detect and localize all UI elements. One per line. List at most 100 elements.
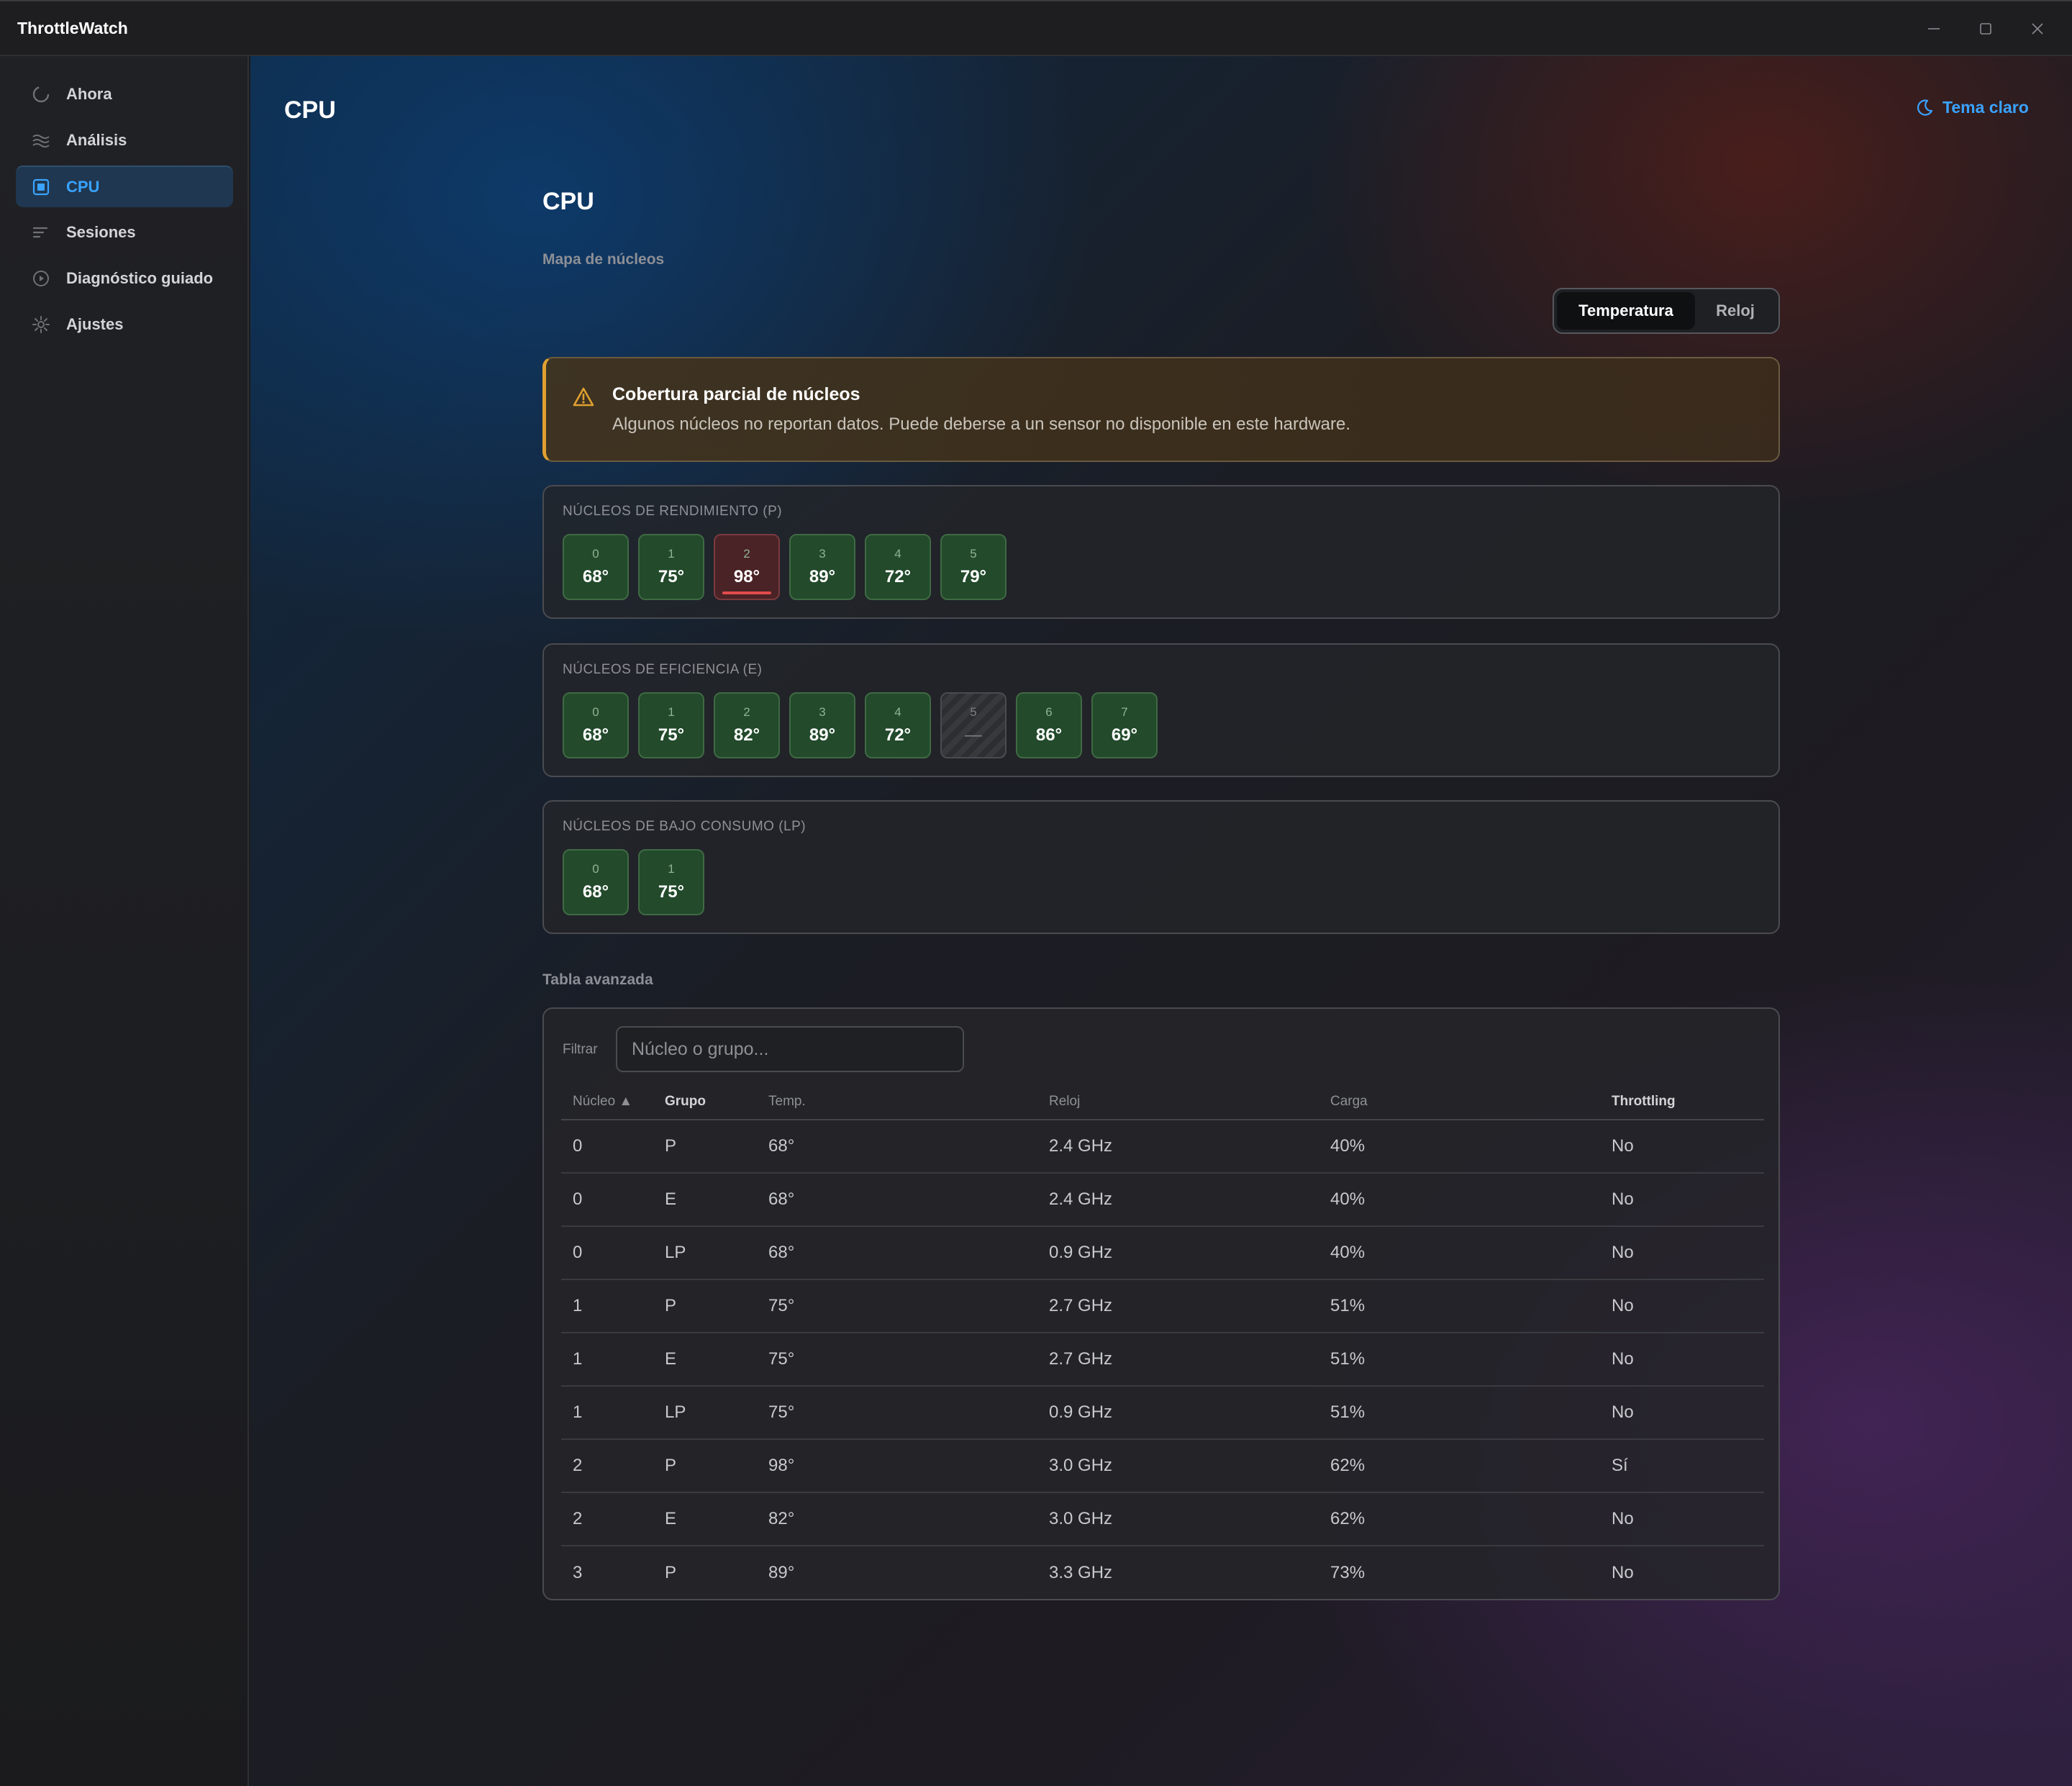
core-tile[interactable]: 6 86° <box>1016 692 1082 758</box>
cell-load: 51% <box>1319 1386 1600 1440</box>
column-header-grupo[interactable]: Grupo <box>653 1084 757 1120</box>
table-row[interactable]: 3 P 89° 3.3 GHz 73% No <box>561 1546 1764 1599</box>
core-tile[interactable]: 1 75° <box>638 849 704 915</box>
table-row[interactable]: 1 E 75° 2.7 GHz 51% No <box>561 1333 1764 1387</box>
core-tile[interactable]: 7 69° <box>1091 692 1158 758</box>
core-id: 1 <box>668 705 675 719</box>
column-header-reloj[interactable]: Reloj <box>1037 1084 1319 1120</box>
section-title: CPU <box>542 188 594 215</box>
core-tile-hot[interactable]: 2 98° <box>714 534 780 600</box>
sidebar-item-sesiones[interactable]: Sesiones <box>16 212 233 253</box>
cell-core: 0 <box>561 1120 653 1174</box>
core-temp: 72° <box>884 567 912 586</box>
cell-throttling: No <box>1600 1386 1764 1440</box>
view-toggle-reloj[interactable]: Reloj <box>1695 292 1776 330</box>
core-tile-missing[interactable]: 5— <box>940 692 1007 758</box>
core-id: 2 <box>743 705 750 719</box>
core-tile[interactable]: 4 72° <box>865 534 931 600</box>
minimize-button[interactable] <box>1912 12 1955 46</box>
core-id: 1 <box>668 862 675 876</box>
theme-toggle-button[interactable]: Tema claro <box>1915 98 2029 117</box>
core-group-efficiency: NÚCLEOS DE EFICIENCIA (E) 0 68° 1 75° 2 82°… <box>542 643 1780 777</box>
cell-load: 40% <box>1319 1226 1600 1280</box>
table-row[interactable]: 1 LP 75° 0.9 GHz 51% No <box>561 1386 1764 1440</box>
sidebar-item-ajustes[interactable]: Ajustes <box>16 304 233 345</box>
table-row[interactable]: 2 P 98° 3.0 GHz 62% Sí <box>561 1439 1764 1493</box>
core-temp: 75° <box>658 567 685 586</box>
sidebar-item-diagnostico-guiado[interactable]: Diagnóstico guiado <box>16 258 233 299</box>
core-tile[interactable]: 0 68° <box>563 534 629 600</box>
sidebar-item-analisis[interactable]: Análisis <box>16 119 233 161</box>
core-id: 4 <box>894 547 901 561</box>
core-id: 3 <box>819 705 826 719</box>
cell-clock: 3.3 GHz <box>1049 1562 1113 1582</box>
core-tile[interactable]: 2 82° <box>714 692 780 758</box>
sidebar: Ahora Análisis CPU Sesiones Diagnóstico … <box>0 56 249 1786</box>
sidebar-item-cpu[interactable]: CPU <box>16 166 233 207</box>
cell-core: 2 <box>561 1492 653 1546</box>
core-tile[interactable]: 1 75° <box>638 692 704 758</box>
filter-input[interactable] <box>616 1026 964 1072</box>
cell-load: 40% <box>1319 1173 1600 1227</box>
core-tile[interactable]: 1 75° <box>638 534 704 600</box>
core-tile[interactable]: 4 72° <box>865 692 931 758</box>
page-title: CPU <box>284 96 336 124</box>
core-temp: 68° <box>582 725 609 745</box>
cell-clock: 3.0 GHz <box>1037 1439 1319 1493</box>
core-group-performance: NÚCLEOS DE RENDIMIENTO (P) 0 68° 1 75° 2 98… <box>542 485 1780 619</box>
cell-temp: 68° <box>757 1226 1037 1280</box>
cell-clock: 0.9 GHz <box>1037 1226 1319 1280</box>
core-tile[interactable]: 3 89° <box>789 692 855 758</box>
core-tile[interactable]: 5 79° <box>940 534 1007 600</box>
table-row[interactable]: 0 P 68° 2.4 GHz 40% No <box>561 1120 1764 1174</box>
cell-temp: 68° <box>757 1120 1037 1174</box>
table-row[interactable]: 0 E 68° 2.4 GHz 40% No <box>561 1173 1764 1227</box>
cell-clock: 2.7 GHz <box>1037 1279 1319 1333</box>
core-temp: 68° <box>582 567 609 586</box>
core-temp: 69° <box>1111 725 1138 745</box>
core-temp: 68° <box>582 882 609 902</box>
cell-throttling: No <box>1600 1492 1764 1546</box>
column-header-nucleo[interactable]: Núcleo ▲ <box>561 1084 653 1120</box>
core-temp: 75° <box>658 882 685 902</box>
cell-load: 51% <box>1319 1333 1600 1387</box>
list-lines-icon <box>30 222 52 243</box>
column-header-carga[interactable]: Carga <box>1319 1084 1600 1120</box>
group-label: NÚCLEOS DE RENDIMIENTO (P) <box>563 504 783 519</box>
table-row[interactable]: 1 P 75° 2.7 GHz 51% No <box>561 1279 1764 1333</box>
cell-throttling: No <box>1600 1333 1764 1387</box>
core-id: 1 <box>668 547 675 561</box>
sidebar-item-label: Ahora <box>66 85 112 103</box>
core-temp: 75° <box>658 725 685 745</box>
warning-title: Cobertura parcial de núcleos <box>612 384 860 404</box>
sidebar-item-label: Diagnóstico guiado <box>66 269 214 287</box>
cell-load: 51% <box>1319 1279 1600 1333</box>
core-id: 7 <box>1121 705 1128 719</box>
cpu-icon <box>30 176 52 198</box>
sidebar-item-ahora[interactable]: Ahora <box>16 73 233 115</box>
table-row[interactable]: 0 LP 68° 0.9 GHz 40% No <box>561 1226 1764 1280</box>
cell-core: 3 <box>573 1562 583 1582</box>
cell-core: 1 <box>561 1386 653 1440</box>
close-button[interactable] <box>2016 12 2059 46</box>
core-tile[interactable]: 0 68° <box>563 849 629 915</box>
cell-core: 1 <box>561 1333 653 1387</box>
cores-table: Núcleo ▲ Grupo Temp. Reloj Carga Throttl… <box>561 1084 1764 1599</box>
cell-core: 0 <box>561 1173 653 1227</box>
maximize-button[interactable] <box>1964 12 2007 46</box>
table-row[interactable]: 2 E 82° 3.0 GHz 62% No <box>561 1492 1764 1546</box>
cell-group: P <box>653 1439 757 1493</box>
core-temp: 72° <box>884 725 912 745</box>
core-tile[interactable]: 3 89° <box>789 534 855 600</box>
core-id: 5 <box>970 705 977 719</box>
cell-load: 40% <box>1319 1120 1600 1174</box>
column-header-throttling[interactable]: Throttling <box>1600 1084 1764 1120</box>
column-header-temp[interactable]: Temp. <box>757 1084 1037 1120</box>
core-id: 4 <box>894 705 901 719</box>
cell-throttling: No <box>1600 1173 1764 1227</box>
view-toggle-temperatura[interactable]: Temperatura <box>1557 292 1695 330</box>
core-tile[interactable]: 0 68° <box>563 692 629 758</box>
group-label: NÚCLEOS DE EFICIENCIA (E) <box>563 662 763 677</box>
sidebar-item-label: CPU <box>66 178 100 196</box>
play-circle-icon <box>30 268 52 289</box>
